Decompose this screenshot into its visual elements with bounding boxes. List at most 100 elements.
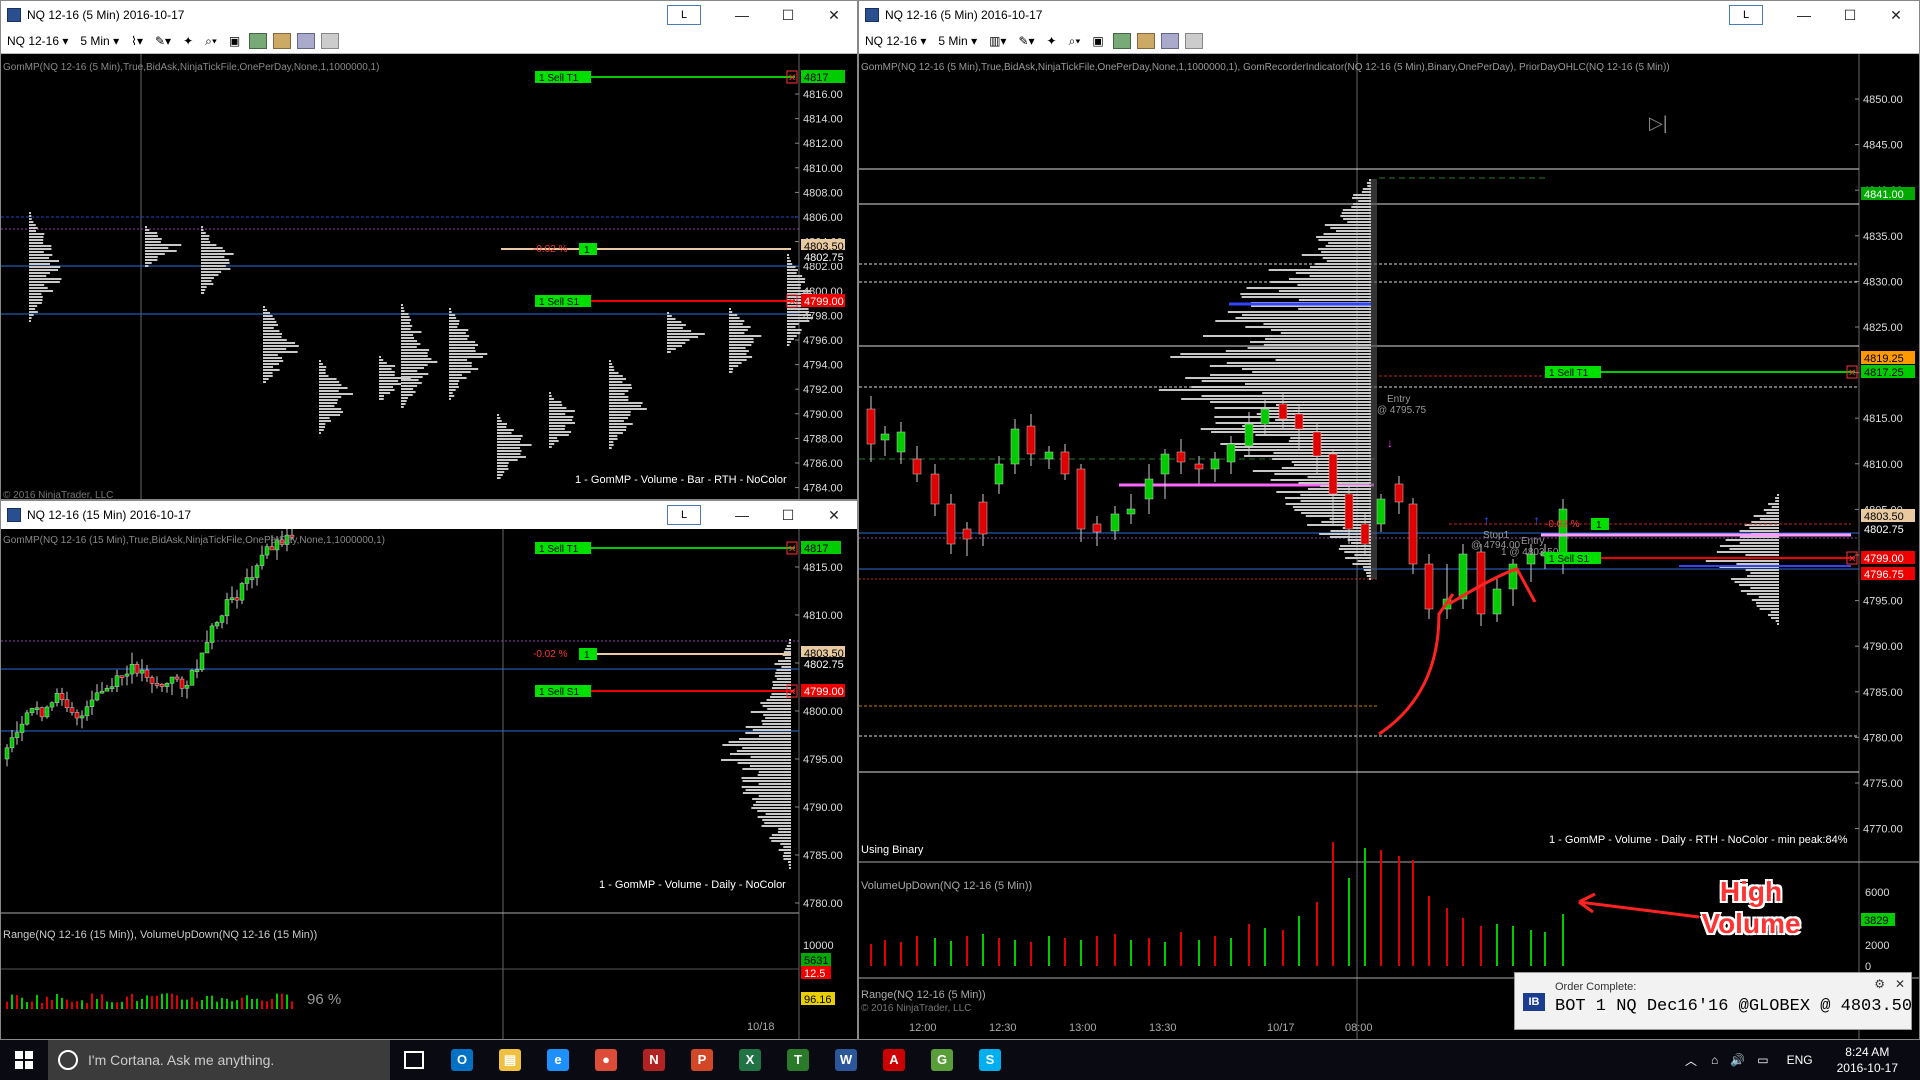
minimize-icon[interactable]: — <box>719 1 765 29</box>
toast-close-icon[interactable]: ✕ <box>1895 977 1905 991</box>
zoom-icon[interactable]: ⌕▾ <box>1063 34 1087 49</box>
period-selector[interactable]: 5 Min ▾ <box>74 34 125 48</box>
chart-window-5min-top-left[interactable]: NQ 12-16 (5 Min) 2016-10-17 L — ☐ ✕ NQ 1… <box>0 0 858 500</box>
volume-bar-39 <box>1512 926 1514 966</box>
properties-icon[interactable]: ▣ <box>1086 34 1109 48</box>
indicators-icon[interactable] <box>1112 33 1131 49</box>
chart-window-5min-main[interactable]: NQ 12-16 (5 Min) 2016-10-17 L — ☐ ✕ NQ 1… <box>858 0 1920 1040</box>
clock[interactable]: 8:24 AM 2016-10-17 <box>1825 1044 1910 1076</box>
draw-tool-icon[interactable]: ✎▾ <box>149 34 177 48</box>
volume-bar-29 <box>1348 878 1350 966</box>
magic-icon[interactable]: ✦ <box>1041 34 1063 48</box>
order-complete-notification[interactable]: IB Order Complete: BOT 1 NQ Dec16'16 @GL… <box>1514 972 1912 1030</box>
minimize-icon[interactable]: — <box>719 501 765 529</box>
window-titlebar[interactable]: NQ 12-16 (15 Min) 2016-10-17 L — ☐ ✕ <box>1 501 857 529</box>
maximize-icon[interactable]: ☐ <box>765 501 811 529</box>
indicators-icon[interactable] <box>249 33 268 49</box>
maximize-icon[interactable]: ☐ <box>1827 1 1873 29</box>
date-axis-label: 10/18 <box>747 1021 775 1033</box>
outlook-taskbar-icon[interactable]: O <box>438 1040 486 1080</box>
ninja-taskbar-icon[interactable]: N <box>630 1040 678 1080</box>
instrument-selector[interactable]: NQ 12-16 ▾ <box>1 34 74 48</box>
language-indicator[interactable]: ENG <box>1775 1053 1825 1067</box>
price-chart-canvas[interactable]: 4816.00 4814.00 4812.00 4810.00 4808.00 4806.… <box>1 54 857 499</box>
task-view-icon[interactable] <box>390 1040 438 1080</box>
range-bar-52 <box>266 1001 268 1009</box>
volume-profile-9-bar <box>549 425 566 427</box>
volume-profile-bar <box>760 702 791 704</box>
main-volume-profile-bar <box>1325 245 1371 247</box>
volume-profile-13-bar <box>787 269 798 271</box>
link-button[interactable]: L <box>1729 5 1763 25</box>
price-chart[interactable]: 4816.00 4814.00 4812.00 4810.00 4808.00 4806.… <box>1 54 857 499</box>
magic-icon[interactable]: ✦ <box>177 34 199 48</box>
greenapp-taskbar-icon[interactable]: G <box>918 1040 966 1080</box>
start-button[interactable] <box>0 1040 48 1080</box>
main-volume-profile-bar <box>1200 428 1371 430</box>
screenshot-icon[interactable] <box>1160 33 1179 49</box>
range-bar-44 <box>226 998 228 1009</box>
volume-icon[interactable]: 🔊 <box>1724 1053 1751 1067</box>
price-chart-canvas[interactable]: 4815.004810.004805.004800.004795.004790.… <box>1 529 857 1039</box>
data-box-icon[interactable] <box>321 33 340 49</box>
range-bar-45 <box>231 1001 233 1009</box>
data-box-icon[interactable] <box>1184 33 1203 49</box>
main-volume-profile-bar <box>1318 248 1371 250</box>
price-chart[interactable]: 4850.004845.004840.004835.004830.004825.… <box>859 54 1919 1039</box>
volume-profile-0-bar <box>29 281 60 283</box>
tws-taskbar-icon[interactable]: T <box>774 1040 822 1080</box>
price-chart[interactable]: 4815.004810.004805.004800.004795.004790.… <box>1 529 857 1039</box>
skype-taskbar-icon[interactable]: S <box>966 1040 1014 1080</box>
strategies-icon[interactable] <box>273 33 292 49</box>
settings-icon[interactable]: ⚙ <box>1874 977 1885 991</box>
range-bar-47 <box>241 997 243 1009</box>
volume-profile-6-bar <box>401 358 432 360</box>
properties-icon[interactable]: ▣ <box>223 34 246 48</box>
draw-tool-icon[interactable]: ✎▾ <box>1012 34 1040 48</box>
chart-style-icon[interactable]: ▥▾ <box>983 34 1012 48</box>
powerpoint-taskbar-icon[interactable]: P <box>678 1040 726 1080</box>
ib-badge-text: IB <box>1528 996 1540 1008</box>
explorer-taskbar-icon[interactable]: ▤ <box>486 1040 534 1080</box>
close-icon[interactable]: ✕ <box>1873 1 1919 29</box>
instrument-selector[interactable]: NQ 12-16 ▾ <box>859 34 932 48</box>
window-title: NQ 12-16 (15 Min) 2016-10-17 <box>27 508 192 522</box>
annotation-line1: High <box>1719 876 1783 907</box>
volume-profile-7-bar <box>449 374 462 376</box>
volume-bar-34 <box>1428 896 1430 966</box>
candle-48-body <box>244 577 250 584</box>
window-titlebar[interactable]: NQ 12-16 (5 Min) 2016-10-17 L — ☐ ✕ <box>1 1 857 29</box>
volume-profile-11-bar <box>667 330 692 332</box>
chart-window-15min-bottom-left[interactable]: NQ 12-16 (15 Min) 2016-10-17 L — ☐ ✕ 481… <box>0 500 858 1040</box>
zoom-icon[interactable]: ⌕▾ <box>199 34 223 49</box>
strategies-icon[interactable] <box>1136 33 1155 49</box>
range-bar-7 <box>41 1002 43 1009</box>
close-icon[interactable]: ✕ <box>811 1 857 29</box>
link-button[interactable]: L <box>667 5 701 25</box>
minimize-icon[interactable]: — <box>1781 1 1827 29</box>
screenshot-icon[interactable] <box>297 33 316 49</box>
word-taskbar-icon[interactable]: W <box>822 1040 870 1080</box>
maximize-icon[interactable]: ☐ <box>765 1 811 29</box>
window-titlebar[interactable]: NQ 12-16 (5 Min) 2016-10-17 L — ☐ ✕ <box>859 1 1919 29</box>
message-icon[interactable]: ▭ <box>1751 1053 1774 1067</box>
link-button[interactable]: L <box>667 505 701 525</box>
tray-up-chevron-icon[interactable]: ︿ <box>1677 1052 1705 1069</box>
chart-style-icon[interactable]: ⌇▾ <box>125 34 149 48</box>
candle-3-body <box>19 723 25 733</box>
period-selector[interactable]: 5 Min ▾ <box>932 34 983 48</box>
cortana-search-box[interactable]: I'm Cortana. Ask me anything. <box>48 1040 390 1080</box>
volume-profile-bar <box>757 816 791 818</box>
volume-profile-10-bar <box>609 423 633 425</box>
network-icon[interactable]: ⌂ <box>1705 1053 1724 1067</box>
close-icon[interactable]: ✕ <box>811 501 857 529</box>
volume-profile-bar <box>784 657 791 659</box>
main-volume-profile-bar <box>1338 548 1371 550</box>
edge-taskbar-icon[interactable]: e <box>534 1040 582 1080</box>
chrome-taskbar-icon[interactable]: ● <box>582 1040 630 1080</box>
right-volume-profile-bar <box>1745 569 1779 571</box>
excel-taskbar-icon[interactable]: X <box>726 1040 774 1080</box>
volume-profile-bar <box>749 765 791 767</box>
acrobat-taskbar-icon[interactable]: A <box>870 1040 918 1080</box>
volume-profile-8-bar <box>497 438 522 440</box>
